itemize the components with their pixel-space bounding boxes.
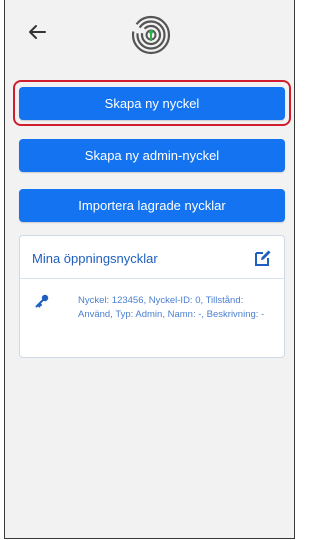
import-keys-button[interactable]: Importera lagrade nycklar [19, 189, 285, 222]
create-admin-key-button[interactable]: Skapa ny admin-nyckel [19, 139, 285, 172]
create-key-button[interactable]: Skapa ny nyckel [19, 87, 285, 120]
phone-screen: Skapa ny nyckel Skapa ny admin-nyckel Im… [4, 0, 295, 539]
fingerprint-logo-icon [131, 15, 171, 55]
keys-card: Mina öppningsnycklar Nyckel: 123456, Nyc… [19, 235, 285, 358]
keys-card-title: Mina öppningsnycklar [32, 251, 158, 266]
top-bar [5, 0, 294, 70]
edit-icon[interactable] [254, 249, 272, 267]
key-icon [35, 294, 49, 308]
arrow-left-icon [29, 25, 46, 39]
key-details: Nyckel: 123456, Nyckel-ID: 0, Tillstånd:… [78, 295, 265, 320]
back-button[interactable] [23, 18, 51, 46]
card-divider [20, 278, 284, 279]
